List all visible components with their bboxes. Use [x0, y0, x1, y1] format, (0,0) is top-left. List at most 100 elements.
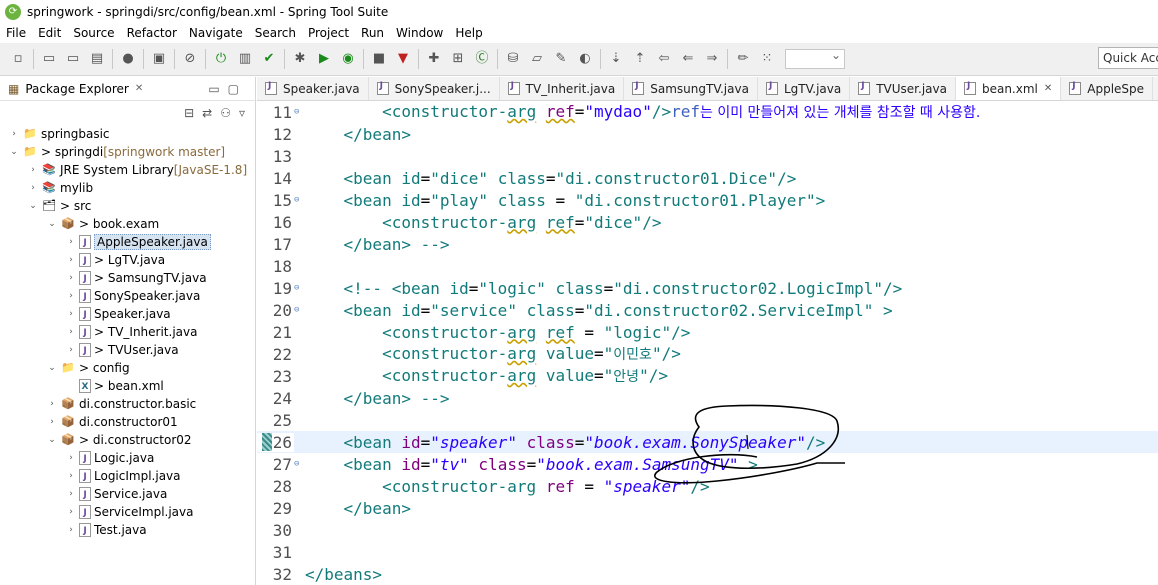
tree-item[interactable]: › J SonySpeaker.java	[0, 287, 255, 305]
stop-icon[interactable]: ■	[371, 51, 387, 67]
tree-item[interactable]: › J Test.java	[0, 521, 255, 539]
chevron-right-icon[interactable]: ›	[27, 165, 39, 175]
tree-item[interactable]: › J > TV_Inherit.java	[0, 323, 255, 341]
user-icon[interactable]: ●	[120, 51, 136, 67]
code-line[interactable]: 31	[257, 541, 1158, 563]
quick-access-input[interactable]: Quick Access	[1098, 47, 1158, 69]
fold-icon[interactable]: ⊖	[294, 195, 304, 205]
code-line[interactable]: 17 </bean> -->	[257, 233, 1158, 255]
run-icon[interactable]: ▶	[316, 51, 332, 67]
tree-item[interactable]: › J LogicImpl.java	[0, 467, 255, 485]
chevron-down-icon[interactable]: ⌄	[46, 363, 58, 373]
forward-icon[interactable]: ⇒	[704, 51, 720, 67]
tree-item[interactable]: › 📦 di.constructor01	[0, 413, 255, 431]
editor-tab[interactable]: AppleSpe	[1061, 77, 1154, 100]
tree-item[interactable]: › J > SamsungTV.java	[0, 269, 255, 287]
new-java-project-icon[interactable]: ✚	[426, 51, 442, 67]
code-line[interactable]: 21 <constructor-arg ref = "logic"/>	[257, 321, 1158, 343]
menu-navigate[interactable]: Navigate	[183, 26, 249, 40]
chevron-right-icon[interactable]: ›	[65, 345, 77, 355]
tree-item[interactable]: › J > LgTV.java	[0, 251, 255, 269]
chevron-right-icon[interactable]: ›	[27, 183, 39, 193]
chevron-down-icon[interactable]: ⌄	[27, 201, 39, 211]
chevron-right-icon[interactable]: ›	[46, 399, 58, 409]
tree-item[interactable]: › J Speaker.java	[0, 305, 255, 323]
prev-annotation-icon[interactable]: ⇡	[632, 51, 648, 67]
code-line[interactable]: 15 ⊖ <bean id="play" class = "di.construc…	[257, 189, 1158, 211]
menu-help[interactable]: Help	[449, 26, 488, 40]
minimize-maximize-icons[interactable]: ▭▢	[208, 82, 247, 96]
code-line[interactable]: 13	[257, 145, 1158, 167]
editor-tab[interactable]: TVUser.java	[850, 77, 956, 100]
run-config-icon[interactable]: ◉	[340, 51, 356, 67]
search-icon[interactable]: ✎	[553, 51, 569, 67]
chevron-right-icon[interactable]: ›	[65, 453, 77, 463]
collapse-all-icon[interactable]: ⊟	[184, 106, 194, 120]
menu-run[interactable]: Run	[355, 26, 390, 40]
fold-icon[interactable]: ⊖	[294, 283, 304, 293]
focus-icon[interactable]: ⚇	[220, 106, 231, 120]
new-icon[interactable]: ▫	[10, 51, 26, 67]
external-tools-icon[interactable]: ▼	[395, 51, 411, 67]
code-line[interactable]: 23 <constructor-arg value="안녕"/>	[257, 365, 1158, 387]
code-editor[interactable]: 11 ⊖ <constructor-arg ref="mydao"/>ref는 이…	[257, 101, 1158, 585]
open-task-icon[interactable]: ◐	[577, 51, 593, 67]
tree-item[interactable]: ⌄ 📦 > di.constructor02	[0, 431, 255, 449]
chevron-down-icon[interactable]: ⌄	[46, 435, 58, 445]
code-line[interactable]: 25	[257, 409, 1158, 431]
fold-icon[interactable]: ⊖	[294, 459, 304, 469]
editor-tab[interactable]: SonySpeaker.j...	[369, 77, 500, 100]
close-icon[interactable]: ✕	[1044, 83, 1052, 94]
tree-item[interactable]: ⌄ 📁 > config	[0, 359, 255, 377]
close-icon[interactable]: ✕	[135, 83, 143, 94]
chevron-right-icon[interactable]: ›	[65, 327, 77, 337]
next-annotation-icon[interactable]: ⇣	[608, 51, 624, 67]
tree-item[interactable]: › 📁 springbasic	[0, 125, 255, 143]
editor-tab[interactable]: TV_Inherit.java	[500, 77, 625, 100]
menu-project[interactable]: Project	[302, 26, 355, 40]
new-class-icon[interactable]: Ⓒ	[474, 51, 490, 67]
code-line[interactable]: 16 <constructor-arg ref="dice"/>	[257, 211, 1158, 233]
menu-refactor[interactable]: Refactor	[121, 26, 183, 40]
last-edit-icon[interactable]: ⇦	[656, 51, 672, 67]
code-line[interactable]: 22 <constructor-arg value="이민호"/>	[257, 343, 1158, 365]
save-icon[interactable]: ▭	[41, 51, 57, 67]
new-package-icon[interactable]: ⊞	[450, 51, 466, 67]
back-icon[interactable]: ⇐	[680, 51, 696, 67]
grid-icon[interactable]: ⁙	[759, 51, 775, 67]
code-line[interactable]: 20 ⊖ <bean id="service" class="di.constru…	[257, 299, 1158, 321]
tree-item[interactable]: ⌄ 📁 > springdi [springwork master]	[0, 143, 255, 161]
tree-item[interactable]: › J ServiceImpl.java	[0, 503, 255, 521]
code-line[interactable]: 12 </bean>	[257, 123, 1158, 145]
menu-search[interactable]: Search	[249, 26, 302, 40]
editor-tab[interactable]: Speaker.java	[257, 77, 369, 100]
chevron-right-icon[interactable]: ›	[65, 507, 77, 517]
menu-window[interactable]: Window	[390, 26, 449, 40]
editor-tab[interactable]: SamsungTV.java	[624, 77, 758, 100]
chevron-down-icon[interactable]: ⌄	[8, 147, 20, 157]
debug-icon[interactable]: ✱	[292, 51, 308, 67]
tree-item[interactable]: › J AppleSpeaker.java	[0, 233, 255, 251]
boot-dashboard-icon[interactable]: ⏻	[213, 51, 229, 67]
code-line[interactable]: 14 <bean id="dice" class="di.constructor…	[257, 167, 1158, 189]
chevron-right-icon[interactable]: ›	[65, 489, 77, 499]
menu-file[interactable]: File	[0, 26, 32, 40]
link-editor-icon[interactable]: ⇄	[202, 106, 212, 120]
code-line[interactable]: 29 </bean>	[257, 497, 1158, 519]
chevron-right-icon[interactable]: ›	[65, 273, 77, 283]
tree-item[interactable]: ⌄ 🗂 > src	[0, 197, 255, 215]
code-line[interactable]: 26 <bean id="speaker" class="book.exam.S…	[257, 431, 1158, 453]
chevron-down-icon[interactable]: ⌄	[46, 219, 58, 229]
code-line[interactable]: 30	[257, 519, 1158, 541]
code-line[interactable]: 32 </beans>	[257, 563, 1158, 585]
editor-tab[interactable]: LgTV.java	[758, 77, 851, 100]
toolbar-combo[interactable]	[785, 48, 845, 69]
code-line[interactable]: 11 ⊖ <constructor-arg ref="mydao"/>ref는 이…	[257, 101, 1158, 123]
package-explorer-tab[interactable]: ▦ Package Explorer ✕ ▭▢	[0, 77, 255, 101]
print-icon[interactable]: ▤	[89, 51, 105, 67]
toggle-mark-icon[interactable]: ▥	[237, 51, 253, 67]
tree-item[interactable]: X > bean.xml	[0, 377, 255, 395]
tree-item[interactable]: › 📦 di.constructor.basic	[0, 395, 255, 413]
tree-item[interactable]: › J Service.java	[0, 485, 255, 503]
code-line[interactable]: 19 ⊖ <!-- <bean id="logic" class="di.cons…	[257, 277, 1158, 299]
